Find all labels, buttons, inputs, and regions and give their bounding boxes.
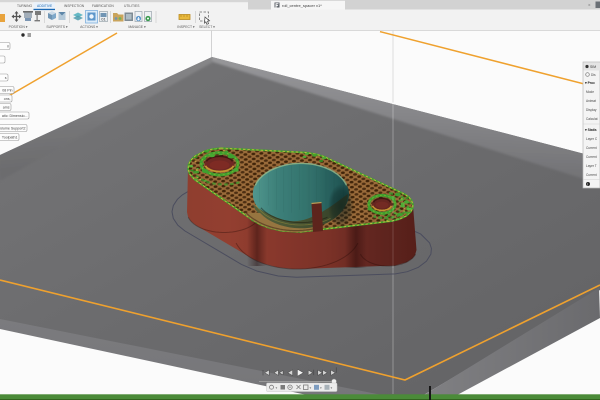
svg-text:Animat: Animat [586, 99, 596, 103]
svg-text:INSPECT ▾: INSPECT ▾ [177, 25, 195, 29]
svg-text:FABRICATION: FABRICATION [92, 4, 114, 8]
svg-text:POSITION ▾: POSITION ▾ [9, 25, 28, 29]
svg-text:08 Pin: 08 Pin [2, 89, 12, 93]
svg-text:SELECT ▾: SELECT ▾ [199, 25, 215, 29]
svg-text:atic: Dimensio...: atic: Dimensio... [2, 114, 28, 118]
svg-text:Current: Current [586, 146, 597, 150]
svg-text:INSPECTION: INSPECTION [64, 4, 85, 8]
svg-text:ACTIONS ▾: ACTIONS ▾ [80, 25, 98, 29]
svg-text:▾: ▾ [310, 386, 312, 390]
svg-text:×: × [588, 3, 591, 8]
svg-text:▾: ▾ [331, 386, 333, 390]
svg-text:MANAGE ▾: MANAGE ▾ [128, 25, 146, 29]
svg-text:roll_centre_spacer v1*: roll_centre_spacer v1* [282, 3, 322, 8]
svg-text:Volume Support2: Volume Support2 [0, 127, 26, 131]
svg-text:▾: ▾ [320, 386, 322, 390]
svg-text:UTILITIES: UTILITIES [124, 4, 140, 8]
svg-text:▾: ▾ [276, 386, 278, 390]
svg-text:SIM: SIM [590, 65, 596, 69]
svg-text:Calculat: Calculat [586, 117, 598, 121]
svg-text:▾ Statis: ▾ Statis [584, 128, 597, 132]
svg-text:ams: ams [3, 106, 10, 110]
svg-text:Mode: Mode [586, 90, 594, 94]
svg-text:Layer C: Layer C [586, 137, 598, 141]
svg-text:01: 01 [101, 17, 106, 22]
svg-text:ons,: ons, [4, 97, 11, 101]
svg-text:Toolpath1: Toolpath1 [2, 136, 18, 140]
svg-text:TURNING: TURNING [17, 4, 32, 8]
svg-text:Layer T: Layer T [586, 164, 597, 168]
svg-text:ADDITIVE: ADDITIVE [37, 4, 53, 8]
svg-text:Display: Display [586, 108, 597, 112]
svg-text:SUPPORTS ▾: SUPPORTS ▾ [46, 25, 68, 29]
svg-text:Current: Current [586, 173, 597, 177]
svg-text:Current: Current [586, 155, 597, 159]
svg-text:il: il [7, 45, 9, 49]
svg-text:Dis: Dis [591, 73, 596, 77]
svg-text:s: s [5, 76, 7, 80]
svg-text:▾ Proc: ▾ Proc [584, 81, 595, 85]
